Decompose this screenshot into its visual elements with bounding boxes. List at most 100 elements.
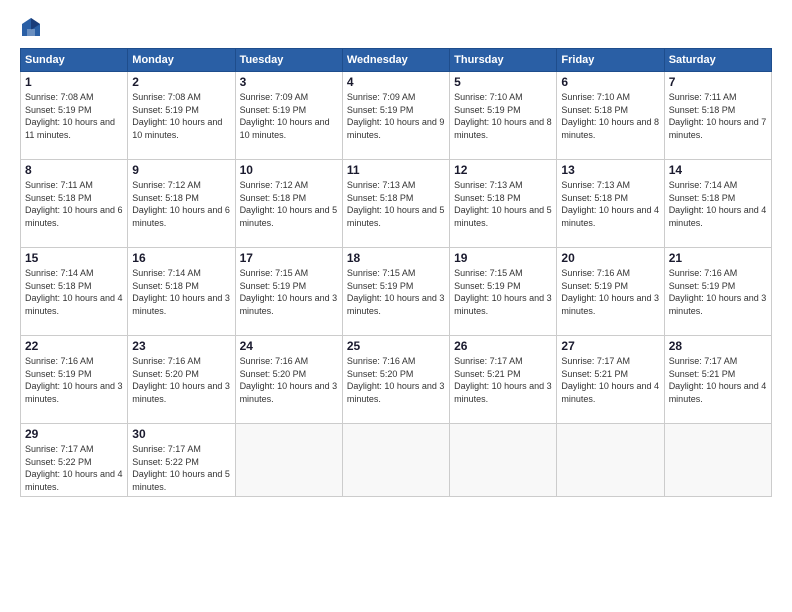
day-cell: 8 Sunrise: 7:11 AMSunset: 5:18 PMDayligh… [21, 160, 128, 248]
logo [20, 16, 45, 38]
day-cell: 12 Sunrise: 7:13 AMSunset: 5:18 PMDaylig… [450, 160, 557, 248]
day-cell: 14 Sunrise: 7:14 AMSunset: 5:18 PMDaylig… [664, 160, 771, 248]
day-detail: Sunrise: 7:17 AMSunset: 5:21 PMDaylight:… [561, 355, 659, 405]
day-cell: 23 Sunrise: 7:16 AMSunset: 5:20 PMDaylig… [128, 336, 235, 424]
day-detail: Sunrise: 7:11 AMSunset: 5:18 PMDaylight:… [669, 91, 767, 141]
day-detail: Sunrise: 7:15 AMSunset: 5:19 PMDaylight:… [347, 267, 445, 317]
day-number: 6 [561, 75, 659, 89]
day-detail: Sunrise: 7:12 AMSunset: 5:18 PMDaylight:… [240, 179, 338, 229]
day-cell: 17 Sunrise: 7:15 AMSunset: 5:19 PMDaylig… [235, 248, 342, 336]
header [20, 16, 772, 38]
header-row: SundayMondayTuesdayWednesdayThursdayFrid… [21, 49, 772, 72]
day-number: 19 [454, 251, 552, 265]
day-cell: 24 Sunrise: 7:16 AMSunset: 5:20 PMDaylig… [235, 336, 342, 424]
day-cell: 11 Sunrise: 7:13 AMSunset: 5:18 PMDaylig… [342, 160, 449, 248]
day-number: 7 [669, 75, 767, 89]
day-cell [557, 424, 664, 497]
day-cell [342, 424, 449, 497]
day-detail: Sunrise: 7:14 AMSunset: 5:18 PMDaylight:… [669, 179, 767, 229]
day-cell: 30 Sunrise: 7:17 AMSunset: 5:22 PMDaylig… [128, 424, 235, 497]
day-number: 12 [454, 163, 552, 177]
day-detail: Sunrise: 7:16 AMSunset: 5:19 PMDaylight:… [561, 267, 659, 317]
day-cell: 16 Sunrise: 7:14 AMSunset: 5:18 PMDaylig… [128, 248, 235, 336]
day-number: 11 [347, 163, 445, 177]
day-cell: 18 Sunrise: 7:15 AMSunset: 5:19 PMDaylig… [342, 248, 449, 336]
week-row-5: 29 Sunrise: 7:17 AMSunset: 5:22 PMDaylig… [21, 424, 772, 497]
day-cell: 27 Sunrise: 7:17 AMSunset: 5:21 PMDaylig… [557, 336, 664, 424]
day-cell: 15 Sunrise: 7:14 AMSunset: 5:18 PMDaylig… [21, 248, 128, 336]
day-cell: 4 Sunrise: 7:09 AMSunset: 5:19 PMDayligh… [342, 72, 449, 160]
day-cell: 28 Sunrise: 7:17 AMSunset: 5:21 PMDaylig… [664, 336, 771, 424]
day-number: 2 [132, 75, 230, 89]
day-cell: 19 Sunrise: 7:15 AMSunset: 5:19 PMDaylig… [450, 248, 557, 336]
day-number: 1 [25, 75, 123, 89]
day-number: 21 [669, 251, 767, 265]
day-number: 3 [240, 75, 338, 89]
day-number: 28 [669, 339, 767, 353]
col-header-tuesday: Tuesday [235, 49, 342, 72]
day-number: 10 [240, 163, 338, 177]
week-row-3: 15 Sunrise: 7:14 AMSunset: 5:18 PMDaylig… [21, 248, 772, 336]
day-number: 22 [25, 339, 123, 353]
day-number: 14 [669, 163, 767, 177]
day-cell: 7 Sunrise: 7:11 AMSunset: 5:18 PMDayligh… [664, 72, 771, 160]
day-cell: 29 Sunrise: 7:17 AMSunset: 5:22 PMDaylig… [21, 424, 128, 497]
day-detail: Sunrise: 7:10 AMSunset: 5:19 PMDaylight:… [454, 91, 552, 141]
day-cell: 20 Sunrise: 7:16 AMSunset: 5:19 PMDaylig… [557, 248, 664, 336]
day-cell [450, 424, 557, 497]
day-cell: 6 Sunrise: 7:10 AMSunset: 5:18 PMDayligh… [557, 72, 664, 160]
day-cell: 21 Sunrise: 7:16 AMSunset: 5:19 PMDaylig… [664, 248, 771, 336]
week-row-2: 8 Sunrise: 7:11 AMSunset: 5:18 PMDayligh… [21, 160, 772, 248]
day-detail: Sunrise: 7:14 AMSunset: 5:18 PMDaylight:… [132, 267, 230, 317]
day-number: 30 [132, 427, 230, 441]
day-detail: Sunrise: 7:17 AMSunset: 5:21 PMDaylight:… [669, 355, 767, 405]
day-detail: Sunrise: 7:16 AMSunset: 5:19 PMDaylight:… [669, 267, 767, 317]
day-cell: 22 Sunrise: 7:16 AMSunset: 5:19 PMDaylig… [21, 336, 128, 424]
col-header-saturday: Saturday [664, 49, 771, 72]
day-cell: 9 Sunrise: 7:12 AMSunset: 5:18 PMDayligh… [128, 160, 235, 248]
col-header-wednesday: Wednesday [342, 49, 449, 72]
col-header-sunday: Sunday [21, 49, 128, 72]
day-detail: Sunrise: 7:14 AMSunset: 5:18 PMDaylight:… [25, 267, 123, 317]
day-detail: Sunrise: 7:13 AMSunset: 5:18 PMDaylight:… [347, 179, 445, 229]
day-number: 27 [561, 339, 659, 353]
col-header-monday: Monday [128, 49, 235, 72]
day-number: 17 [240, 251, 338, 265]
logo-icon [20, 16, 42, 38]
day-number: 9 [132, 163, 230, 177]
day-cell: 5 Sunrise: 7:10 AMSunset: 5:19 PMDayligh… [450, 72, 557, 160]
day-number: 26 [454, 339, 552, 353]
week-row-1: 1 Sunrise: 7:08 AMSunset: 5:19 PMDayligh… [21, 72, 772, 160]
day-cell: 2 Sunrise: 7:08 AMSunset: 5:19 PMDayligh… [128, 72, 235, 160]
day-cell: 10 Sunrise: 7:12 AMSunset: 5:18 PMDaylig… [235, 160, 342, 248]
day-number: 23 [132, 339, 230, 353]
day-detail: Sunrise: 7:16 AMSunset: 5:20 PMDaylight:… [240, 355, 338, 405]
day-detail: Sunrise: 7:15 AMSunset: 5:19 PMDaylight:… [454, 267, 552, 317]
col-header-thursday: Thursday [450, 49, 557, 72]
day-number: 5 [454, 75, 552, 89]
day-detail: Sunrise: 7:10 AMSunset: 5:18 PMDaylight:… [561, 91, 659, 141]
day-detail: Sunrise: 7:09 AMSunset: 5:19 PMDaylight:… [240, 91, 338, 141]
day-number: 29 [25, 427, 123, 441]
day-detail: Sunrise: 7:13 AMSunset: 5:18 PMDaylight:… [561, 179, 659, 229]
day-detail: Sunrise: 7:09 AMSunset: 5:19 PMDaylight:… [347, 91, 445, 141]
day-detail: Sunrise: 7:13 AMSunset: 5:18 PMDaylight:… [454, 179, 552, 229]
day-cell [664, 424, 771, 497]
day-detail: Sunrise: 7:16 AMSunset: 5:20 PMDaylight:… [132, 355, 230, 405]
day-number: 24 [240, 339, 338, 353]
day-number: 18 [347, 251, 445, 265]
week-row-4: 22 Sunrise: 7:16 AMSunset: 5:19 PMDaylig… [21, 336, 772, 424]
day-detail: Sunrise: 7:17 AMSunset: 5:22 PMDaylight:… [132, 443, 230, 493]
calendar-table: SundayMondayTuesdayWednesdayThursdayFrid… [20, 48, 772, 497]
day-cell: 3 Sunrise: 7:09 AMSunset: 5:19 PMDayligh… [235, 72, 342, 160]
day-number: 25 [347, 339, 445, 353]
day-number: 15 [25, 251, 123, 265]
day-detail: Sunrise: 7:08 AMSunset: 5:19 PMDaylight:… [132, 91, 230, 141]
day-cell: 13 Sunrise: 7:13 AMSunset: 5:18 PMDaylig… [557, 160, 664, 248]
calendar-page: SundayMondayTuesdayWednesdayThursdayFrid… [0, 0, 792, 612]
day-number: 4 [347, 75, 445, 89]
day-detail: Sunrise: 7:16 AMSunset: 5:20 PMDaylight:… [347, 355, 445, 405]
day-cell [235, 424, 342, 497]
day-number: 13 [561, 163, 659, 177]
col-header-friday: Friday [557, 49, 664, 72]
